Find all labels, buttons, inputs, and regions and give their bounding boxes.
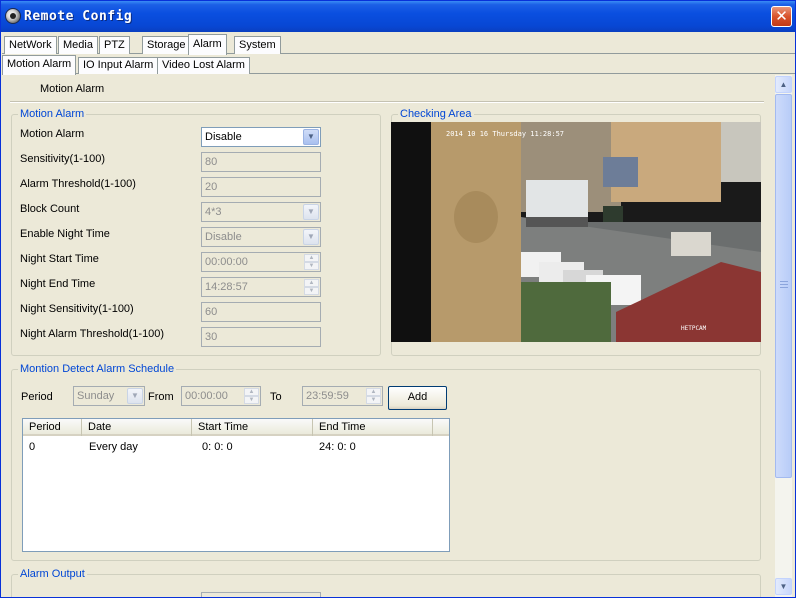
vertical-scrollbar[interactable]: ▲ ▼ bbox=[775, 75, 792, 597]
group-legend: Checking Area bbox=[398, 108, 474, 120]
night-sensitivity-field[interactable]: 60 bbox=[201, 302, 321, 322]
time-value: 00:00:00 bbox=[205, 256, 248, 268]
remote-config-window: Remote Config ✕ NetWork Media PTZ Storag… bbox=[0, 0, 796, 598]
motion-alarm-label: Motion Alarm bbox=[20, 128, 85, 140]
chevron-down-icon[interactable]: ▼ bbox=[303, 229, 319, 245]
from-label: From bbox=[148, 391, 174, 403]
select-value: Sunday bbox=[77, 390, 115, 402]
tab-storage[interactable]: Storage bbox=[142, 36, 191, 54]
tab-system[interactable]: System bbox=[234, 36, 281, 54]
column-period[interactable]: Period bbox=[23, 419, 82, 436]
camera-watermark: HETPCAM bbox=[681, 325, 707, 332]
to-label: To bbox=[270, 391, 282, 403]
window-title: Remote Config bbox=[24, 9, 133, 24]
scroll-thumb[interactable] bbox=[775, 94, 792, 478]
time-value: 14:28:57 bbox=[205, 281, 248, 293]
night-end-time-field[interactable]: 14:28:57 ▲ ▼ bbox=[201, 277, 321, 297]
chevron-down-icon[interactable]: ▼ bbox=[303, 204, 319, 220]
to-time-field[interactable]: 23:59:59 ▲ ▼ bbox=[302, 386, 383, 406]
cell-date: Every day bbox=[89, 441, 138, 453]
page-title: Motion Alarm bbox=[40, 83, 105, 95]
divider bbox=[10, 101, 764, 103]
motion-alarm-panel: Motion Alarm Motion Alarm Motion Alarm D… bbox=[2, 75, 775, 597]
tab-network[interactable]: NetWork bbox=[4, 36, 57, 54]
select-value: Disable bbox=[205, 131, 242, 143]
title-bar[interactable]: Remote Config ✕ bbox=[1, 1, 795, 32]
night-alarm-threshold-field[interactable]: 30 bbox=[201, 327, 321, 347]
chevron-down-icon[interactable]: ▼ bbox=[127, 388, 143, 404]
tab-alarm[interactable]: Alarm bbox=[188, 34, 227, 55]
from-time-field[interactable]: 00:00:00 ▲ ▼ bbox=[181, 386, 261, 406]
enable-night-time-label: Enable Night Time bbox=[20, 228, 110, 240]
camera-frame-image: 2014 10 16 Thursday 11:28:57 HETPCAM bbox=[391, 122, 761, 342]
tab-motion-alarm[interactable]: Motion Alarm bbox=[2, 55, 77, 75]
close-button[interactable]: ✕ bbox=[771, 6, 792, 27]
night-sensitivity-label: Night Sensitivity(1-100) bbox=[20, 303, 134, 315]
period-select[interactable]: Sunday ▼ bbox=[73, 386, 145, 406]
sensitivity-field[interactable]: 80 bbox=[201, 152, 321, 172]
sensitivity-label: Sensitivity(1-100) bbox=[20, 153, 105, 165]
block-count-label: Block Count bbox=[20, 203, 80, 215]
scroll-down-button[interactable]: ▼ bbox=[775, 578, 792, 595]
osd-timestamp: 2014 10 16 Thursday 11:28:57 bbox=[446, 130, 564, 138]
group-legend: Montion Detect Alarm Schedule bbox=[18, 363, 177, 375]
tab-ptz[interactable]: PTZ bbox=[99, 36, 130, 54]
motion-alarm-select[interactable]: Disable ▼ bbox=[201, 127, 321, 147]
grip-line bbox=[780, 284, 788, 285]
cell-period: 0 bbox=[29, 441, 36, 453]
night-alarm-threshold-label: Night Alarm Threshold(1-100) bbox=[20, 328, 165, 340]
time-value: 00:00:00 bbox=[185, 390, 228, 402]
spin-arrows-icon[interactable]: ▲ ▼ bbox=[304, 254, 319, 270]
tab-video-lost-alarm[interactable]: Video Lost Alarm bbox=[157, 57, 250, 74]
alarm-threshold-label: Alarm Threshold(1-100) bbox=[20, 178, 136, 190]
select-value: Disable bbox=[205, 231, 242, 243]
spin-arrows-icon[interactable]: ▲ ▼ bbox=[304, 279, 319, 295]
column-start-time[interactable]: Start Time bbox=[192, 419, 313, 436]
night-end-time-label: Night End Time bbox=[20, 278, 96, 290]
spin-arrows-icon[interactable]: ▲ ▼ bbox=[366, 388, 381, 404]
column-date[interactable]: Date bbox=[82, 419, 192, 436]
tab-io-input-alarm[interactable]: IO Input Alarm bbox=[78, 57, 159, 74]
alarm-threshold-field[interactable]: 20 bbox=[201, 177, 321, 197]
select-value: 4*3 bbox=[205, 206, 222, 218]
group-legend: Motion Alarm bbox=[18, 108, 87, 120]
cell-end-time: 24: 0: 0 bbox=[319, 441, 356, 453]
alarm-sub-tab-bar: Motion Alarm IO Input Alarm Video Lost A… bbox=[2, 55, 795, 75]
alarm-output-group: Alarm Output bbox=[11, 568, 761, 597]
grip-line bbox=[780, 281, 788, 282]
alarm-output-field[interactable] bbox=[201, 592, 321, 597]
camera-preview[interactable]: 2014 10 16 Thursday 11:28:57 HETPCAM bbox=[391, 122, 761, 342]
tab-media[interactable]: Media bbox=[58, 36, 98, 54]
spin-arrows-icon[interactable]: ▲ ▼ bbox=[244, 388, 259, 404]
add-button[interactable]: Add bbox=[388, 386, 447, 410]
night-start-time-label: Night Start Time bbox=[20, 253, 99, 265]
list-header: Period Date Start Time End Time bbox=[23, 419, 449, 436]
enable-night-time-select[interactable]: Disable ▼ bbox=[201, 227, 321, 247]
chevron-down-icon[interactable]: ▼ bbox=[303, 129, 319, 145]
column-end-time[interactable]: End Time bbox=[313, 419, 433, 436]
main-tab-bar: NetWork Media PTZ Storage Alarm System bbox=[2, 34, 795, 55]
time-value: 23:59:59 bbox=[306, 390, 349, 402]
cell-start-time: 0: 0: 0 bbox=[202, 441, 233, 453]
schedule-list[interactable]: Period Date Start Time End Time 0 Every … bbox=[22, 418, 450, 552]
scroll-up-button[interactable]: ▲ bbox=[775, 76, 792, 93]
group-legend: Alarm Output bbox=[18, 568, 87, 580]
webcam-icon bbox=[5, 8, 21, 24]
period-label: Period bbox=[21, 391, 53, 403]
grip-line bbox=[780, 287, 788, 288]
block-count-select[interactable]: 4*3 ▼ bbox=[201, 202, 321, 222]
night-start-time-field[interactable]: 00:00:00 ▲ ▼ bbox=[201, 252, 321, 272]
